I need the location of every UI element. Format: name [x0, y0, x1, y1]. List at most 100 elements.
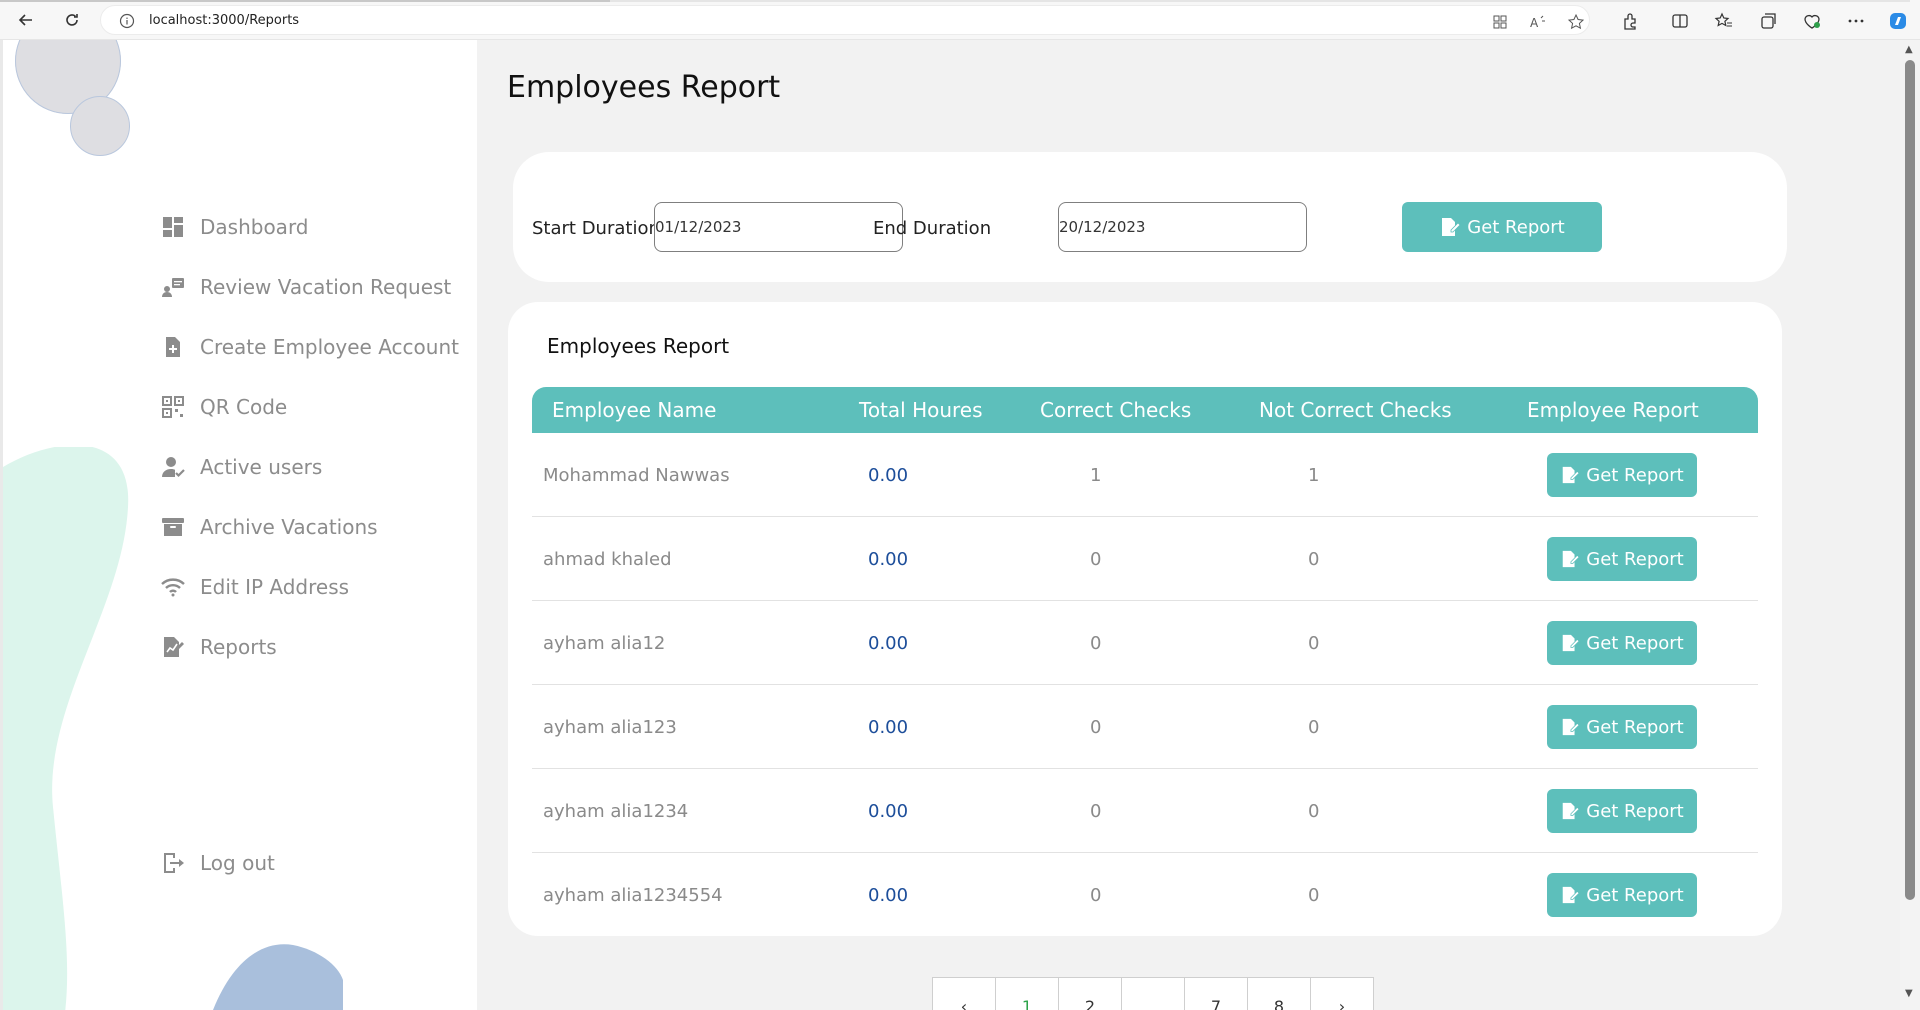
row-get-report-label: Get Report — [1586, 884, 1684, 906]
employee-name: Mohammad Nawwas — [543, 465, 730, 486]
page-title: Employees Report — [507, 70, 781, 105]
table-header: Employee Name Total Houres Correct Check… — [532, 387, 1758, 433]
address-bar[interactable]: localhost:3000/Reports A — [100, 5, 1590, 35]
read-aloud-icon[interactable]: A — [1529, 13, 1547, 31]
table-row: Mohammad Nawwas 0.00 1 1 Get Report — [532, 433, 1758, 517]
review-request-icon — [160, 274, 186, 300]
split-screen-icon[interactable] — [1670, 11, 1690, 31]
row-get-report-button[interactable]: Get Report — [1547, 705, 1697, 749]
pagination-next[interactable]: › — [1310, 977, 1374, 1010]
app-available-icon[interactable] — [1491, 13, 1509, 31]
sidebar-item-edit-ip-address[interactable]: Edit IP Address — [160, 572, 477, 602]
wifi-icon — [160, 574, 186, 600]
column-header: Employee Name — [552, 398, 717, 422]
table-row: ayham alia1234 0.00 0 0 Get Report — [532, 769, 1758, 853]
collections-icon[interactable] — [1758, 11, 1778, 31]
url-text[interactable]: localhost:3000/Reports — [149, 13, 299, 28]
info-icon[interactable] — [119, 13, 135, 29]
table-row: ayham alia12 0.00 0 0 Get Report — [532, 601, 1758, 685]
pagination-prev[interactable]: ‹ — [932, 977, 996, 1010]
get-report-label: Get Report — [1467, 216, 1565, 238]
sidebar-item-label: Review Vacation Request — [200, 275, 452, 299]
total-hours: 0.00 — [868, 633, 909, 654]
tab-strip — [0, 0, 610, 2]
tab-strip-rest — [610, 0, 1910, 2]
report-edit-icon — [1439, 216, 1461, 238]
performance-icon[interactable] — [1802, 11, 1822, 31]
not-correct-checks: 0 — [1308, 885, 1320, 906]
correct-checks: 0 — [1090, 549, 1102, 570]
row-get-report-label: Get Report — [1586, 464, 1684, 486]
get-report-button[interactable]: Get Report — [1402, 202, 1602, 252]
employee-name: ahmad khaled — [543, 549, 672, 570]
row-get-report-button[interactable]: Get Report — [1547, 453, 1697, 497]
report-edit-icon — [1560, 465, 1580, 485]
total-hours: 0.00 — [868, 549, 909, 570]
row-get-report-button[interactable]: Get Report — [1547, 537, 1697, 581]
sidebar-item-reports[interactable]: Reports — [160, 632, 477, 662]
main-content: Employees Report Start Duration End Dura… — [477, 40, 1900, 1010]
not-correct-checks: 0 — [1308, 633, 1320, 654]
reload-icon[interactable] — [60, 8, 84, 32]
report-edit-icon — [1560, 801, 1580, 821]
qr-code-icon — [160, 394, 186, 420]
column-header: Correct Checks — [1040, 398, 1192, 422]
archive-icon — [160, 514, 186, 540]
row-get-report-label: Get Report — [1586, 716, 1684, 738]
decorative-blob-blue — [213, 944, 343, 1010]
back-icon[interactable] — [14, 8, 38, 32]
copilot-icon[interactable] — [1888, 11, 1908, 31]
sidebar-item-label: Archive Vacations — [200, 515, 378, 539]
favorite-star-icon[interactable] — [1567, 13, 1585, 31]
logout-icon — [160, 850, 186, 876]
report-table-card: Employees Report Employee Name Total Hou… — [508, 302, 1782, 936]
pagination-page[interactable]: 2 — [1058, 977, 1122, 1010]
table-row: ahmad khaled 0.00 0 0 Get Report — [532, 517, 1758, 601]
favorites-icon[interactable] — [1714, 11, 1734, 31]
row-get-report-button[interactable]: Get Report — [1547, 789, 1697, 833]
sidebar-item-archive-vacations[interactable]: Archive Vacations — [160, 512, 477, 542]
row-get-report-button[interactable]: Get Report — [1547, 621, 1697, 665]
report-edit-icon — [1560, 885, 1580, 905]
correct-checks: 0 — [1090, 633, 1102, 654]
pagination-ellipsis: ... — [1121, 977, 1185, 1010]
report-icon — [160, 634, 186, 660]
total-hours: 0.00 — [868, 465, 909, 486]
pagination-page[interactable]: 1 — [995, 977, 1059, 1010]
total-hours: 0.00 — [868, 801, 909, 822]
pagination-page[interactable]: 7 — [1184, 977, 1248, 1010]
correct-checks: 0 — [1090, 885, 1102, 906]
start-duration-input[interactable] — [654, 202, 903, 252]
report-edit-icon — [1560, 549, 1580, 569]
report-edit-icon — [1560, 717, 1580, 737]
table-row: ayham alia123 0.00 0 0 Get Report — [532, 685, 1758, 769]
decorative-circle-small — [70, 96, 130, 156]
sidebar-item-label: QR Code — [200, 395, 288, 419]
sidebar-item-dashboard[interactable]: Dashboard — [160, 212, 477, 242]
pagination-page[interactable]: 8 — [1247, 977, 1311, 1010]
column-header: Total Houres — [859, 398, 983, 422]
sidebar-item-active-users[interactable]: Active users — [160, 452, 477, 482]
decorative-wave-shape — [3, 447, 129, 1010]
scrollbar-thumb[interactable] — [1905, 60, 1915, 900]
end-duration-input[interactable] — [1058, 202, 1307, 252]
more-icon[interactable] — [1846, 11, 1866, 31]
extensions-icon[interactable] — [1620, 11, 1640, 31]
correct-checks: 0 — [1090, 717, 1102, 738]
sidebar-item-qr-code[interactable]: QR Code — [160, 392, 477, 422]
file-add-icon — [160, 334, 186, 360]
scroll-up-arrow-icon[interactable]: ▲ — [1905, 44, 1913, 55]
sidebar-item-label: Dashboard — [200, 215, 309, 239]
sidebar: Dashboard Review Vacation Request Create… — [0, 40, 477, 1010]
sidebar-item-label: Reports — [200, 635, 277, 659]
row-get-report-button[interactable]: Get Report — [1547, 873, 1697, 917]
correct-checks: 0 — [1090, 801, 1102, 822]
page-scrollbar[interactable]: ▲ ▼ — [1900, 40, 1920, 1010]
user-check-icon — [160, 454, 186, 480]
scroll-down-arrow-icon[interactable]: ▼ — [1905, 988, 1913, 999]
sidebar-item-review-vacation-request[interactable]: Review Vacation Request — [160, 272, 477, 302]
sidebar-item-create-employee-account[interactable]: Create Employee Account — [160, 332, 477, 362]
logout-label: Log out — [200, 851, 275, 875]
logout-button[interactable]: Log out — [160, 848, 477, 878]
correct-checks: 1 — [1090, 465, 1102, 486]
